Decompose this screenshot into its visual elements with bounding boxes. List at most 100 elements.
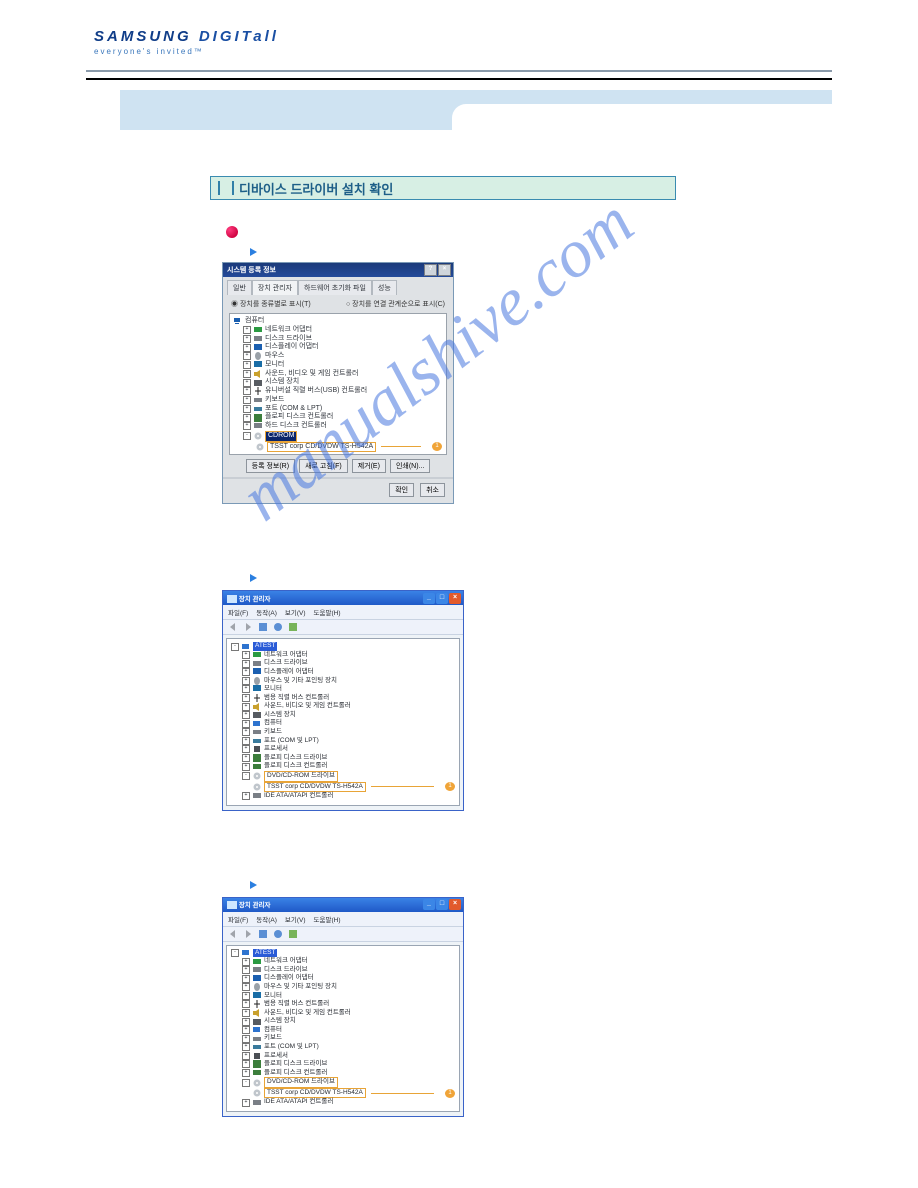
tab-device-manager[interactable]: 장치 관리자 <box>252 280 298 295</box>
tree-item[interactable]: +유니버설 직렬 버스(USB) 컨트롤러 <box>243 387 442 396</box>
close-button[interactable]: × <box>449 593 461 604</box>
toolbar-icon[interactable] <box>288 929 298 939</box>
tree-item[interactable]: +디스플레이 어댑터 <box>242 668 455 677</box>
tab-hw-profiles[interactable]: 하드웨어 초기화 파일 <box>298 280 372 295</box>
help-button[interactable]: ? <box>424 264 437 276</box>
tree-item[interactable]: +사운드, 비디오 및 게임 컨트롤러 <box>242 702 455 711</box>
menu-action[interactable]: 동작(A) <box>256 914 277 924</box>
menu-help[interactable]: 도움말(H) <box>314 607 341 617</box>
cancel-button[interactable]: 취소 <box>420 483 445 497</box>
toolbar-icon[interactable] <box>273 929 283 939</box>
properties-button[interactable]: 등록 정보(R) <box>246 459 295 473</box>
expand-icon[interactable]: + <box>243 396 251 404</box>
collapse-icon[interactable]: - <box>242 772 250 780</box>
tree-item[interactable]: +시스템 장치 <box>243 378 442 387</box>
expand-icon[interactable]: + <box>243 352 251 360</box>
tab-general[interactable]: 일반 <box>227 280 252 295</box>
tree-item[interactable]: +사운드, 비디오 및 게임 컨트롤러 <box>242 1009 455 1018</box>
tree-item[interactable]: +디스플레이 어댑터 <box>242 974 455 983</box>
tree-dvd[interactable]: -DVD/CD-ROM 드라이브 <box>242 1077 455 1088</box>
tree-dvd[interactable]: -DVD/CD-ROM 드라이브 <box>242 771 455 782</box>
expand-icon[interactable]: + <box>243 379 251 387</box>
tree-item[interactable]: +IDE ATA/ATAPI 컨트롤러 <box>242 1098 455 1107</box>
menu-file[interactable]: 파일(F) <box>228 607 248 617</box>
device-tree[interactable]: -ATEST +네트워크 어댑터 +디스크 드라이브 +디스플레이 어댑터 +마… <box>226 638 460 805</box>
tree-device-highlight[interactable]: TSST corp CD/DVDW TS-H542A 1 <box>256 442 442 453</box>
tree-device-highlight[interactable]: TSST corp CD/DVDW TS-H542A 1 <box>253 782 455 793</box>
tree-item[interactable]: +포트 (COM & LPT) <box>243 405 442 414</box>
remove-button[interactable]: 제거(E) <box>352 459 386 473</box>
toolbar-icon[interactable] <box>288 622 298 632</box>
tree-item[interactable]: +마우스 및 기타 포인팅 장치 <box>242 983 455 992</box>
tree-item[interactable]: +네트워크 어댑터 <box>243 326 442 335</box>
device-tree[interactable]: -ATEST +네트워크 어댑터 +디스크 드라이브 +디스플레이 어댑터 +마… <box>226 945 460 1112</box>
maximize-button[interactable]: □ <box>436 899 448 910</box>
expand-icon[interactable]: + <box>243 370 251 378</box>
device-tree[interactable]: 컴퓨터 +네트워크 어댑터 +디스크 드라이브 +디스플레이 어댑터 +마우스 … <box>229 313 447 455</box>
tree-device-highlight[interactable]: TSST corp CD/DVDW TS-H542A 1 <box>253 1088 455 1099</box>
tree-item[interactable]: +키보드 <box>243 396 442 405</box>
radio-by-type[interactable]: ◉ 장치를 종류별로 표시(T) <box>231 299 311 309</box>
ok-button[interactable]: 확인 <box>389 483 414 497</box>
tree-item[interactable]: +플로피 디스크 드라이브 <box>242 1060 455 1069</box>
menu-help[interactable]: 도움말(H) <box>314 914 341 924</box>
expand-icon[interactable]: + <box>243 326 251 334</box>
tree-item[interactable]: +사운드, 비디오 및 게임 컨트롤러 <box>243 370 442 379</box>
tree-item[interactable]: +범용 직렬 버스 컨트롤러 <box>242 1000 455 1009</box>
tree-item[interactable]: +플로피 디스크 컨트롤러 <box>243 413 442 422</box>
toolbar-icon[interactable] <box>258 622 268 632</box>
tree-item[interactable]: +키보드 <box>242 728 455 737</box>
toolbar-icon[interactable] <box>258 929 268 939</box>
menu-action[interactable]: 동작(A) <box>256 607 277 617</box>
collapse-icon[interactable]: - <box>231 949 239 957</box>
back-icon[interactable] <box>228 929 238 939</box>
expand-icon[interactable]: + <box>243 405 251 413</box>
close-button[interactable]: × <box>449 899 461 910</box>
tree-item[interactable]: +포트 (COM 및 LPT) <box>242 737 455 746</box>
forward-icon[interactable] <box>243 622 253 632</box>
collapse-icon[interactable]: - <box>231 643 239 651</box>
expand-icon[interactable]: + <box>243 414 251 422</box>
refresh-button[interactable]: 새로 고침(F) <box>299 459 348 473</box>
tree-root[interactable]: 컴퓨터 <box>234 317 442 326</box>
forward-icon[interactable] <box>243 929 253 939</box>
tree-item[interactable]: +네트워크 어댑터 <box>242 957 455 966</box>
tree-item[interactable]: +프로세서 <box>242 745 455 754</box>
tree-item[interactable]: +마우스 <box>243 352 442 361</box>
tree-item[interactable]: +키보드 <box>242 1034 455 1043</box>
menu-view[interactable]: 보기(V) <box>285 914 306 924</box>
maximize-button[interactable]: □ <box>436 593 448 604</box>
minimize-button[interactable]: _ <box>423 899 435 910</box>
tree-item[interactable]: +디스크 드라이브 <box>242 659 455 668</box>
menu-file[interactable]: 파일(F) <box>228 914 248 924</box>
tree-item[interactable]: +IDE ATA/ATAPI 컨트롤러 <box>242 792 455 801</box>
tree-item[interactable]: +범용 직렬 버스 컨트롤러 <box>242 694 455 703</box>
expand-icon[interactable]: + <box>243 344 251 352</box>
tree-root[interactable]: -ATEST <box>231 949 455 958</box>
tree-item[interactable]: +플로피 디스크 컨트롤러 <box>242 1069 455 1078</box>
radio-by-connection[interactable]: ○ 장치를 연결 관계순으로 표시(C) <box>346 299 445 309</box>
tree-item[interactable]: +시스템 장치 <box>242 1017 455 1026</box>
expand-icon[interactable]: + <box>243 387 251 395</box>
tree-item[interactable]: +하드 디스크 컨트롤러 <box>243 422 442 431</box>
tree-item[interactable]: +디스크 드라이브 <box>243 335 442 344</box>
collapse-icon[interactable]: - <box>243 432 251 440</box>
tree-item[interactable]: +프로세서 <box>242 1052 455 1061</box>
collapse-icon[interactable]: - <box>242 1079 250 1087</box>
tab-performance[interactable]: 성능 <box>372 280 397 295</box>
tree-item[interactable]: +모니터 <box>242 992 455 1001</box>
tree-root[interactable]: -ATEST <box>231 642 455 651</box>
tree-item[interactable]: +모니터 <box>242 685 455 694</box>
minimize-button[interactable]: _ <box>423 593 435 604</box>
expand-icon[interactable]: + <box>243 422 251 430</box>
menu-view[interactable]: 보기(V) <box>285 607 306 617</box>
tree-item[interactable]: +컴퓨터 <box>242 719 455 728</box>
expand-icon[interactable]: + <box>243 361 251 369</box>
tree-item[interactable]: +포트 (COM 및 LPT) <box>242 1043 455 1052</box>
expand-icon[interactable]: + <box>243 335 251 343</box>
back-icon[interactable] <box>228 622 238 632</box>
toolbar-icon[interactable] <box>273 622 283 632</box>
tree-item[interactable]: +디스플레이 어댑터 <box>243 343 442 352</box>
close-button[interactable]: × <box>438 264 451 276</box>
tree-item[interactable]: +플로피 디스크 컨트롤러 <box>242 762 455 771</box>
